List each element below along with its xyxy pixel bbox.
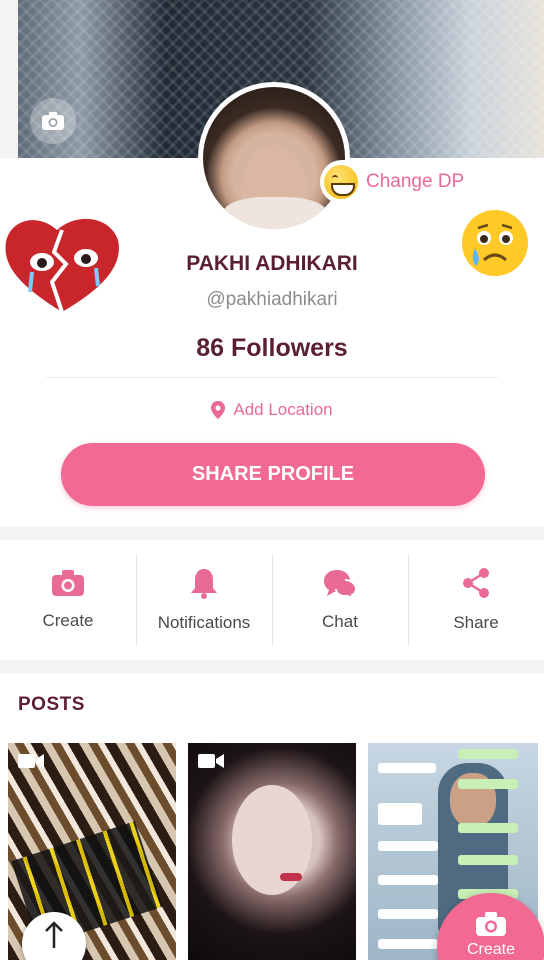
video-icon bbox=[198, 754, 224, 768]
followers-count[interactable]: 86 Followers bbox=[0, 334, 544, 363]
posts-heading: POSTS bbox=[18, 694, 85, 715]
post-image-detail bbox=[458, 749, 518, 759]
arrow-up-icon bbox=[45, 921, 63, 948]
action-row: Create Notifications Chat Share bbox=[0, 540, 544, 660]
action-share[interactable]: Share bbox=[408, 540, 544, 660]
profile-handle: @pakhiadhikari bbox=[206, 289, 338, 310]
chat-bubbles-icon bbox=[324, 570, 357, 598]
post-image-detail bbox=[378, 763, 436, 773]
profile-avatar[interactable] bbox=[198, 82, 350, 234]
post-image-detail bbox=[378, 875, 438, 885]
action-notifications[interactable]: Notifications bbox=[136, 540, 272, 660]
avatar-photo bbox=[203, 87, 345, 229]
create-fab-label: Create bbox=[466, 941, 516, 958]
post-image-detail bbox=[378, 909, 438, 919]
bell-icon bbox=[191, 569, 217, 599]
camera-icon bbox=[42, 112, 64, 130]
change-dp-label: Change DP bbox=[366, 171, 465, 192]
share-profile-button[interactable]: SHARE PROFILE bbox=[61, 443, 485, 506]
grin-emoji-icon bbox=[324, 165, 358, 199]
camera-icon bbox=[52, 570, 84, 596]
profile-name: PAKHI ADHIKARI bbox=[186, 252, 358, 275]
action-label: Notifications bbox=[157, 613, 251, 632]
add-location-button[interactable]: Add Location bbox=[0, 400, 544, 420]
post-image-detail bbox=[458, 823, 518, 833]
section-separator bbox=[0, 660, 544, 674]
change-dp-button[interactable]: Change DP bbox=[320, 160, 477, 204]
post-image-detail bbox=[280, 873, 302, 881]
share-icon bbox=[463, 568, 489, 598]
cover-camera-button[interactable] bbox=[30, 98, 76, 144]
section-separator bbox=[0, 526, 544, 540]
post-image-detail bbox=[458, 855, 518, 865]
action-label: Create bbox=[42, 611, 94, 630]
divider bbox=[46, 377, 498, 378]
action-create[interactable]: Create bbox=[0, 540, 136, 660]
post-image-detail bbox=[458, 779, 518, 789]
action-label: Chat bbox=[322, 612, 358, 631]
video-icon bbox=[18, 754, 44, 768]
post-image-detail bbox=[378, 803, 422, 825]
action-label: Share bbox=[453, 613, 499, 632]
cover-edge bbox=[0, 0, 18, 158]
post-image-detail bbox=[378, 841, 438, 851]
post-image-detail bbox=[378, 939, 438, 949]
post-thumbnail[interactable] bbox=[188, 743, 356, 960]
camera-icon bbox=[476, 912, 506, 936]
add-location-label: Add Location bbox=[233, 400, 333, 419]
location-pin-icon bbox=[211, 401, 226, 419]
action-chat[interactable]: Chat bbox=[272, 540, 408, 660]
